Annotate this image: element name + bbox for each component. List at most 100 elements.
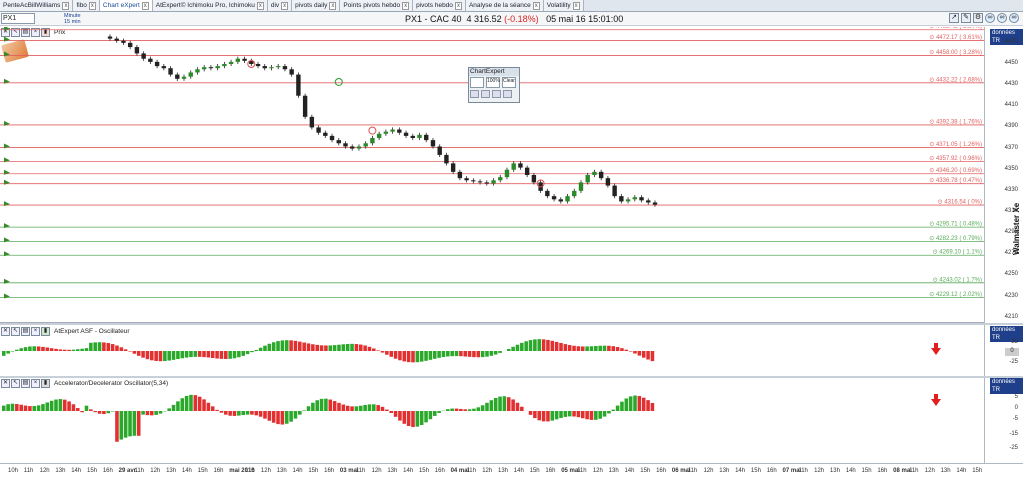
osc2-zoom-icon[interactable]: ✕	[1, 378, 10, 388]
tab-8[interactable]: Analyse de la séance x	[465, 0, 544, 11]
price-chart[interactable]: ✕ ↖ ▤ × ▮ Prix ⊙ 4482.42 ( 3.84%) ⊙ 4472.…	[0, 27, 984, 323]
candle-body	[417, 134, 422, 138]
tab-5[interactable]: pivots daily x	[292, 0, 341, 11]
popup-tool-3-icon[interactable]	[492, 90, 501, 98]
time-label: 16h	[766, 468, 777, 474]
histogram-bar	[450, 408, 454, 411]
histogram-bar	[537, 411, 542, 421]
tab-9[interactable]: Volatility x	[543, 0, 584, 11]
tab-close-icon[interactable]: x	[141, 2, 149, 10]
price-tick: 4270	[1004, 250, 1018, 257]
popup-tool-4-icon[interactable]	[503, 90, 512, 98]
tab-6[interactable]: Points pivots hebdo x	[340, 0, 414, 11]
tab-close-icon[interactable]: x	[88, 2, 96, 10]
histogram-bar	[594, 346, 598, 351]
osc2-properties-icon[interactable]: ▤	[21, 378, 30, 388]
symbol-input[interactable]: PX1	[1, 13, 35, 24]
tab-1[interactable]: fibo x	[73, 0, 100, 11]
histogram-bar	[76, 349, 80, 351]
tab-close-icon[interactable]: x	[532, 2, 540, 10]
tab-2[interactable]: Chart eXpert x	[99, 0, 153, 11]
chartexpert-popup[interactable]: ChartExpert 100% Clear	[468, 67, 520, 103]
histogram-bar	[419, 351, 424, 362]
histogram-bar	[254, 349, 259, 351]
tab-0[interactable]: PenteAcBillWilliams x	[0, 0, 74, 11]
chart-icon[interactable]	[470, 77, 484, 88]
tab-7[interactable]: pivots hebdo x	[413, 0, 466, 11]
tab-bar: PenteAcBillWilliams x fibo x Chart eXpert x At…	[0, 0, 1023, 12]
histogram-bar	[176, 351, 180, 360]
binoculars-plus-icon[interactable]: ∞	[1009, 13, 1019, 23]
osc1-tool-icon[interactable]: ↖	[11, 326, 20, 336]
histogram-bar	[202, 351, 206, 358]
candle-body	[309, 116, 315, 128]
histogram-bar	[45, 402, 50, 411]
osc1-properties-icon[interactable]: ▤	[21, 326, 30, 336]
histogram-bar	[36, 405, 41, 411]
popup-tool-1-icon[interactable]	[470, 90, 479, 98]
candle-body	[646, 200, 651, 203]
histogram-bar	[28, 346, 32, 351]
histogram-bar	[119, 347, 124, 351]
osc2-type-icon[interactable]: ▮	[41, 378, 50, 388]
histogram-bar	[563, 344, 568, 351]
crosshair-icon[interactable]: ↗	[949, 13, 959, 23]
histogram-bar	[589, 411, 594, 420]
osc1-close-icon[interactable]: ×	[31, 326, 40, 336]
tab-close-icon[interactable]: x	[329, 2, 337, 10]
candle-body	[424, 134, 429, 141]
histogram-bar	[415, 411, 420, 427]
tab-close-icon[interactable]: x	[572, 2, 580, 10]
histogram-bar	[315, 344, 319, 351]
histogram-bar	[650, 403, 655, 411]
histogram-bar	[506, 348, 511, 351]
osc2-tool-icon[interactable]: ↖	[11, 378, 20, 388]
histogram-bar	[19, 348, 23, 351]
interval-selector[interactable]: Minute 15 min	[64, 13, 81, 25]
time-label: 16h	[434, 468, 445, 474]
histogram-bar	[485, 351, 489, 357]
clear-button[interactable]: Clear	[502, 77, 516, 88]
candle-body	[222, 64, 227, 67]
tab-close-icon[interactable]: x	[454, 2, 462, 10]
histogram-bar	[628, 351, 633, 352]
popup-tool-2-icon[interactable]	[481, 90, 490, 98]
histogram-bar	[289, 411, 293, 422]
histogram-bar	[441, 351, 446, 358]
candle-body	[107, 36, 113, 39]
tab-4[interactable]: div x	[267, 0, 293, 11]
time-label: 13h	[829, 468, 840, 474]
candle-body	[350, 146, 355, 149]
tab-label: Volatility	[546, 2, 571, 9]
histogram-bar	[10, 403, 15, 411]
histogram-bar	[446, 409, 450, 411]
histogram-bar	[2, 405, 6, 411]
pencil-icon[interactable]: ✎	[961, 13, 971, 23]
binoculars-alt-icon[interactable]: ∞	[997, 13, 1007, 23]
osc1-zoom-icon[interactable]: ✕	[1, 326, 10, 336]
histogram-bar	[520, 406, 524, 411]
tab-close-icon[interactable]: x	[256, 2, 264, 10]
histogram-bar	[476, 407, 481, 411]
histogram-bar	[419, 411, 424, 425]
tab-3[interactable]: AtExpert© Ichimoku Pro, Ichimoku x	[152, 0, 268, 11]
tab-close-icon[interactable]: x	[402, 2, 410, 10]
binoculars-icon[interactable]: ∞	[985, 13, 995, 23]
osc2-close-icon[interactable]: ×	[31, 378, 40, 388]
zoom-100-button[interactable]: 100%	[486, 77, 500, 88]
candle-body	[558, 199, 564, 202]
histogram-bar	[49, 348, 54, 351]
histogram-bar	[158, 411, 163, 414]
histogram-bar	[345, 405, 350, 411]
osc1-type-icon[interactable]: ▮	[41, 326, 50, 336]
settings-icon[interactable]: ⚙	[973, 13, 983, 23]
histogram-bar	[76, 408, 80, 411]
tab-close-icon[interactable]: x	[281, 2, 289, 10]
time-label: 12h	[592, 468, 603, 474]
histogram-bar	[224, 411, 228, 415]
histogram-bar	[150, 351, 154, 361]
histogram-bar	[572, 345, 576, 351]
histogram-bar	[302, 410, 306, 411]
tab-close-icon[interactable]: x	[62, 2, 70, 10]
histogram-bar	[84, 405, 89, 411]
